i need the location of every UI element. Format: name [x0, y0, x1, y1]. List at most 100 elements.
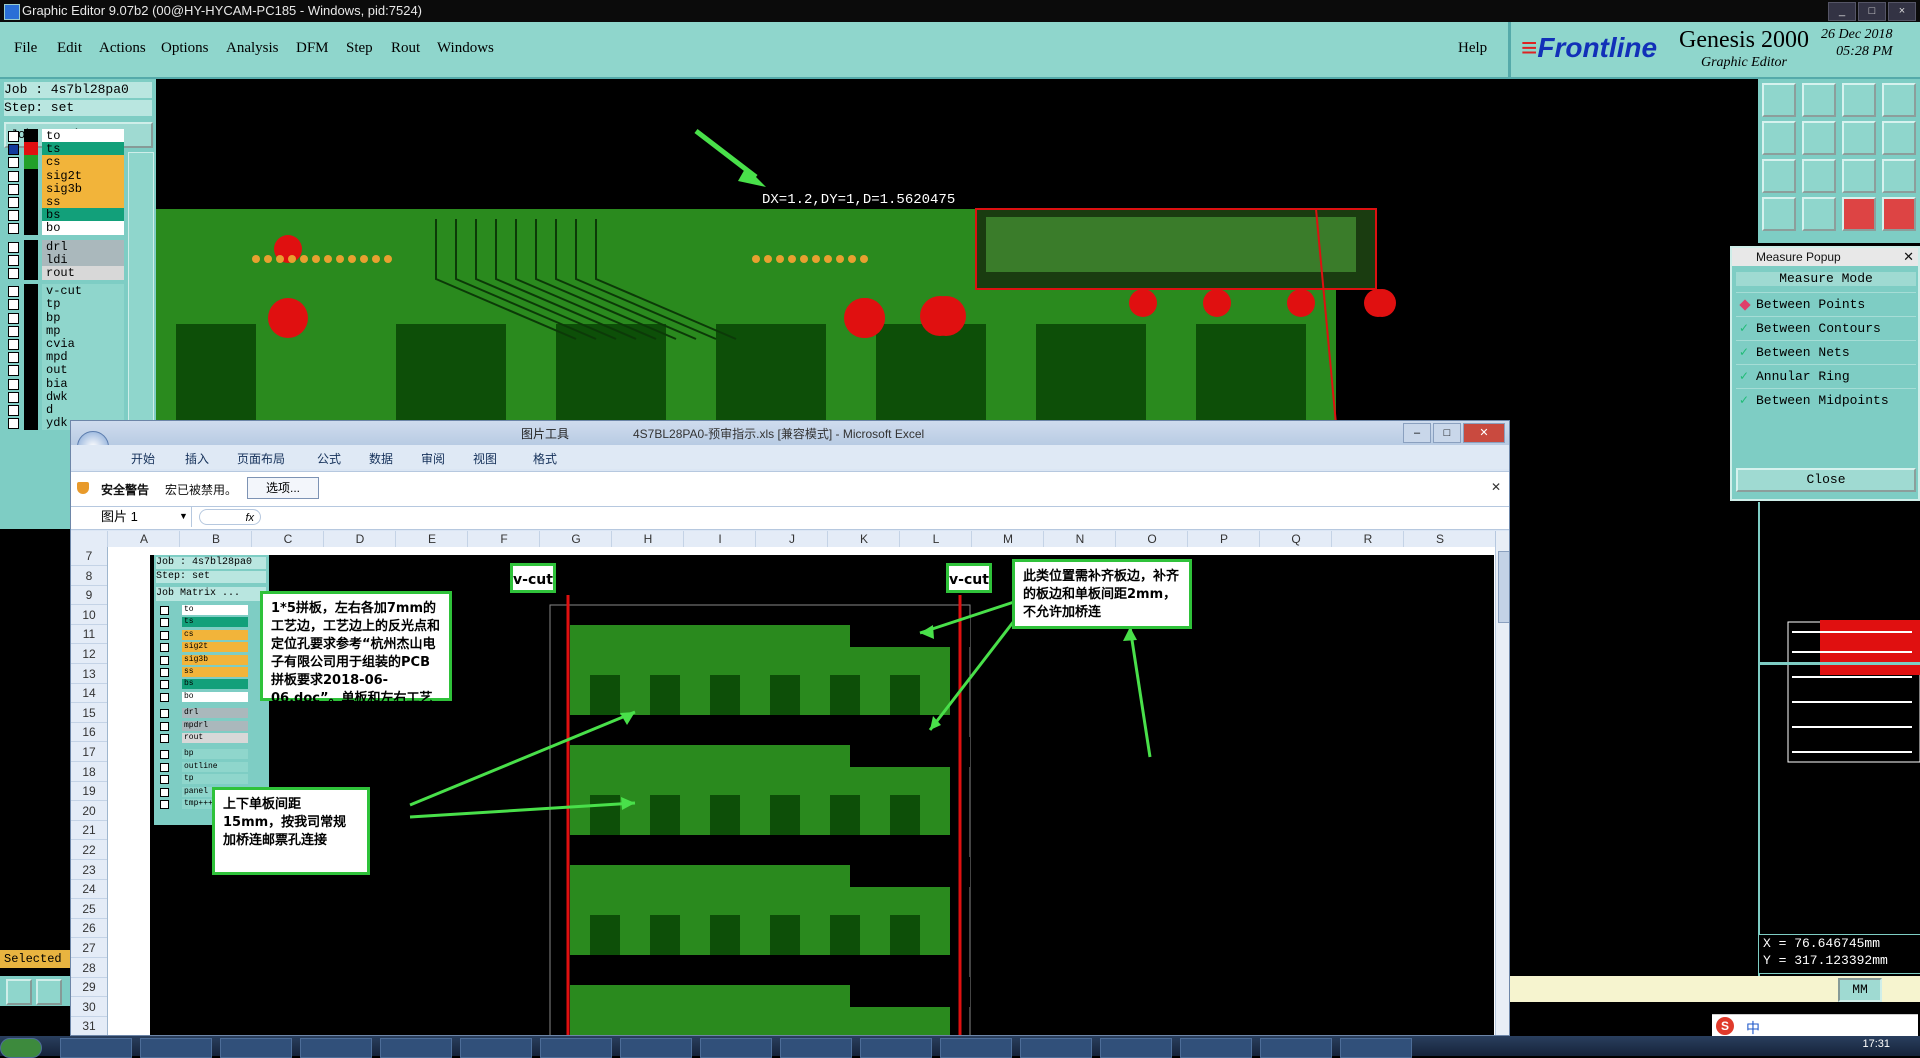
menu-windows[interactable]: Windows — [437, 40, 494, 57]
minimize-button[interactable]: _ — [1828, 2, 1856, 21]
zoom-fit-icon[interactable] — [1762, 83, 1796, 117]
chevron-down-icon[interactable]: ▼ — [179, 511, 188, 521]
taskbar-app-17[interactable] — [1340, 1038, 1412, 1058]
pan-right-icon[interactable] — [1802, 121, 1836, 155]
column-header[interactable]: A — [107, 531, 180, 547]
fx-icon[interactable]: fx — [199, 509, 261, 525]
maximize-button[interactable]: □ — [1858, 2, 1886, 21]
pan-left-icon[interactable] — [1762, 121, 1796, 155]
taskbar-app-14[interactable] — [1100, 1038, 1172, 1058]
measure-close-button[interactable]: Close — [1736, 468, 1916, 492]
taskbar-app-7[interactable] — [540, 1038, 612, 1058]
sogou-icon[interactable]: S — [1716, 1017, 1734, 1035]
close-button[interactable]: × — [1888, 2, 1916, 21]
zoom-in-icon[interactable] — [1762, 159, 1796, 193]
mode-between-contours[interactable]: ✓ Between Contours — [1736, 316, 1916, 341]
tab-home[interactable]: 开始 — [131, 450, 155, 467]
scroll-thumb[interactable] — [1498, 551, 1509, 623]
column-header[interactable]: Q — [1259, 531, 1332, 547]
taskbar-app-10[interactable] — [780, 1038, 852, 1058]
row-header[interactable]: 16 — [71, 723, 107, 743]
units-selector[interactable]: MM — [1838, 978, 1882, 1002]
vertical-scrollbar[interactable] — [1495, 531, 1509, 1035]
row-header[interactable]: 26 — [71, 919, 107, 939]
column-header[interactable]: G — [539, 531, 612, 547]
row-header[interactable]: 19 — [71, 782, 107, 802]
taskbar-app-15[interactable] — [1180, 1038, 1252, 1058]
taskbar-app-16[interactable] — [1260, 1038, 1332, 1058]
menu-rout[interactable]: Rout — [391, 40, 420, 57]
save-view-icon[interactable] — [1802, 83, 1836, 117]
probe-icon[interactable] — [1802, 197, 1836, 231]
measure-icon[interactable] — [1882, 197, 1916, 231]
row-header[interactable]: 13 — [71, 665, 107, 684]
rotate-icon[interactable] — [1882, 121, 1916, 155]
layer-color-swatch[interactable] — [24, 416, 38, 431]
menu-dfm[interactable]: DFM — [296, 40, 329, 57]
embedded-picture[interactable]: Job : 4s7bl28pa0 Step: set Job Matrix ..… — [150, 555, 1494, 1035]
name-box[interactable]: 图片 1 — [71, 507, 192, 527]
layer-color-swatch[interactable] — [24, 266, 38, 280]
zoom-out-icon[interactable] — [1802, 159, 1836, 193]
graphic-canvas[interactable] — [156, 79, 1426, 424]
excel-minimize-button[interactable]: – — [1403, 423, 1431, 443]
row-header[interactable]: 11 — [71, 625, 107, 645]
mode-between-midpoints[interactable]: ✓ Between Midpoints — [1736, 388, 1916, 413]
taskbar-app-12[interactable] — [940, 1038, 1012, 1058]
row-header[interactable]: 20 — [71, 802, 107, 821]
row-header[interactable]: 10 — [71, 606, 107, 625]
row-header[interactable]: 22 — [71, 841, 107, 860]
column-header[interactable]: P — [1187, 531, 1260, 547]
menu-step[interactable]: Step — [346, 40, 373, 57]
layer-row-rout[interactable]: rout — [4, 265, 124, 280]
row-header[interactable]: 9 — [71, 586, 107, 606]
taskbar-app-11[interactable] — [860, 1038, 932, 1058]
menu-analysis[interactable]: Analysis — [226, 40, 279, 57]
row-header[interactable]: 30 — [71, 998, 107, 1017]
layer-checkbox[interactable] — [8, 268, 19, 279]
tab-data[interactable]: 数据 — [369, 450, 393, 467]
column-header[interactable]: S — [1403, 531, 1476, 547]
column-header[interactable]: O — [1115, 531, 1188, 547]
tab-page-layout[interactable]: 页面布局 — [237, 450, 285, 467]
tab-format[interactable]: 格式 — [533, 450, 557, 467]
excel-maximize-button[interactable]: □ — [1433, 423, 1461, 443]
taskbar-app-4[interactable] — [300, 1038, 372, 1058]
column-header[interactable]: B — [179, 531, 252, 547]
overview-thumbnail[interactable] — [1760, 502, 1920, 922]
row-header[interactable]: 27 — [71, 939, 107, 958]
taskbar-app-3[interactable] — [220, 1038, 292, 1058]
start-button[interactable] — [0, 1038, 42, 1058]
row-header[interactable]: 25 — [71, 900, 107, 919]
column-header[interactable]: D — [323, 531, 396, 547]
home-icon[interactable] — [1842, 83, 1876, 117]
row-header[interactable]: 24 — [71, 880, 107, 900]
column-header[interactable]: I — [683, 531, 756, 547]
tab-view[interactable]: 视图 — [473, 450, 497, 467]
row-header[interactable]: 29 — [71, 978, 107, 998]
mirror-icon[interactable] — [1842, 121, 1876, 155]
taskbar-app-1[interactable] — [60, 1038, 132, 1058]
layer-row-bo[interactable]: bo — [4, 220, 124, 236]
row-header[interactable]: 17 — [71, 743, 107, 762]
row-header[interactable]: 8 — [71, 567, 107, 586]
taskbar-app-13[interactable] — [1020, 1038, 1092, 1058]
excel-close-button[interactable]: ✕ — [1463, 423, 1505, 443]
options-button[interactable]: 选项... — [247, 477, 319, 499]
tool-icon-1[interactable] — [6, 979, 32, 1005]
menu-file[interactable]: File — [14, 40, 37, 57]
column-header[interactable]: R — [1331, 531, 1404, 547]
row-header[interactable]: 14 — [71, 684, 107, 704]
column-header[interactable]: H — [611, 531, 684, 547]
row-header[interactable]: 15 — [71, 704, 107, 723]
menu-actions[interactable]: Actions — [99, 40, 146, 57]
worksheet-grid[interactable]: Job : 4s7bl28pa0 Step: set Job Matrix ..… — [108, 547, 1495, 1035]
mode-annular-ring[interactable]: ✓ Annular Ring — [1736, 364, 1916, 389]
layer-checkbox[interactable] — [8, 223, 19, 235]
layer-checkbox[interactable] — [8, 418, 19, 430]
column-header[interactable]: K — [827, 531, 900, 547]
net-icon[interactable] — [1842, 197, 1876, 231]
column-header[interactable]: J — [755, 531, 828, 547]
tab-formulas[interactable]: 公式 — [317, 450, 341, 467]
close-icon[interactable]: ✕ — [1903, 249, 1914, 265]
